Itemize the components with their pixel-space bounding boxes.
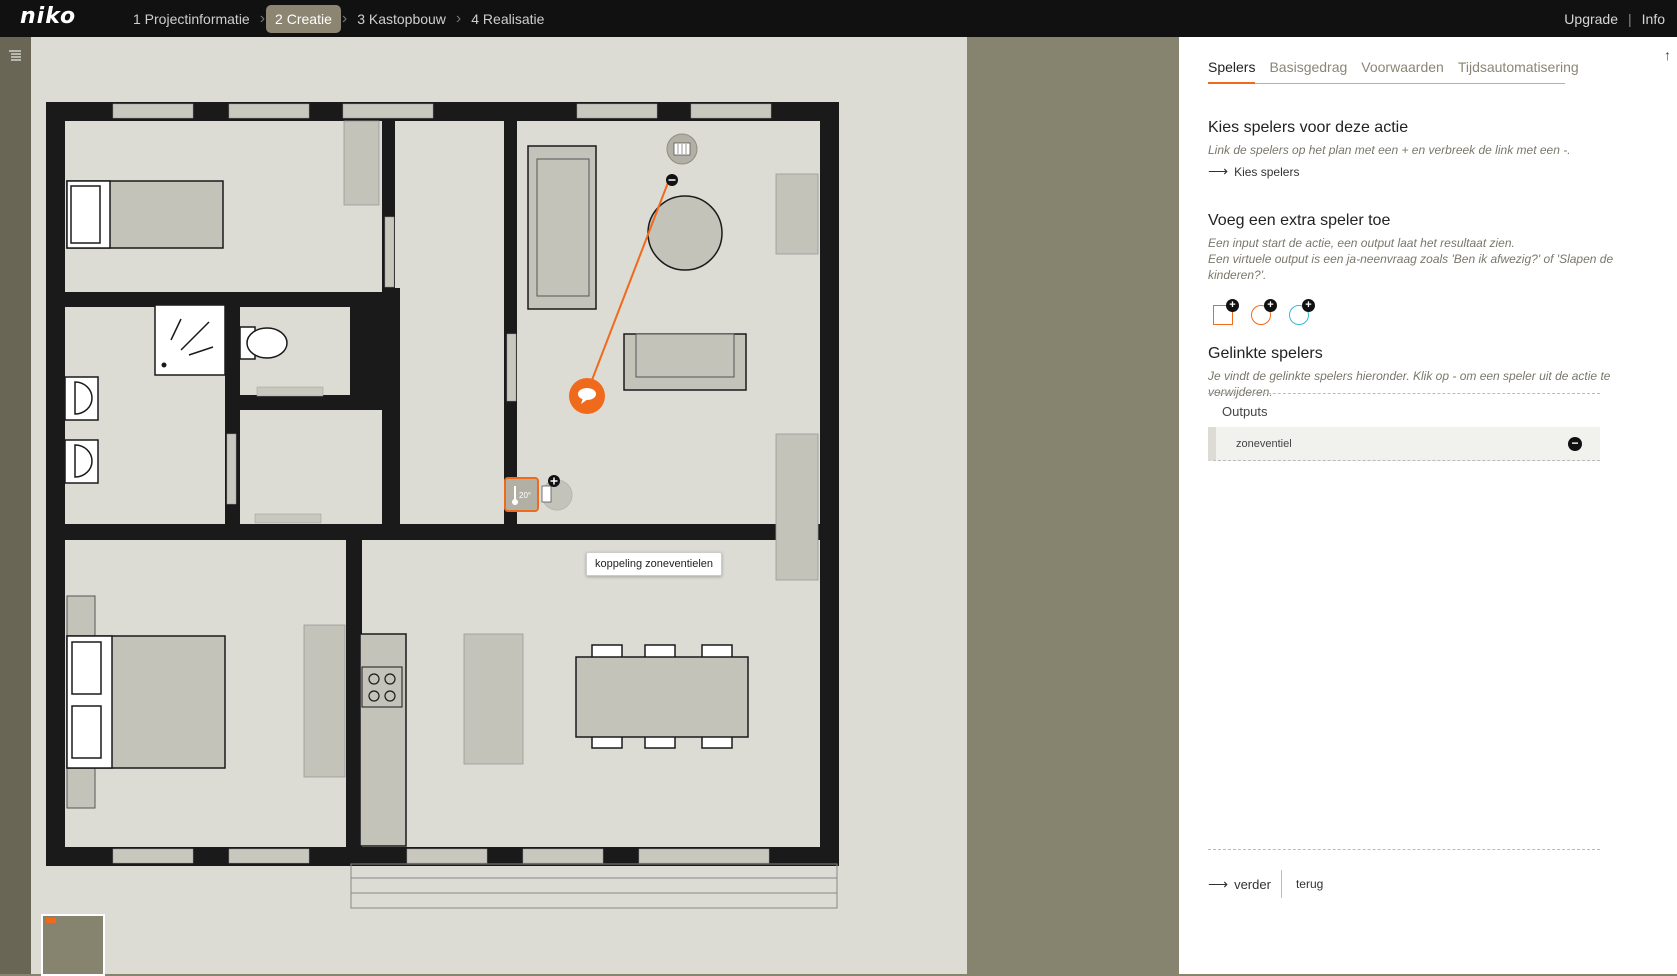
step-projectinformatie[interactable]: 1 Projectinformatie <box>124 5 259 33</box>
linked-output-row[interactable]: zoneventiel − <box>1208 427 1600 461</box>
tab-voorwaarden[interactable]: Voorwaarden <box>1361 59 1444 75</box>
step-kastopbouw[interactable]: 3 Kastopbouw <box>348 5 455 33</box>
plus-icon: + <box>1302 299 1315 312</box>
info-link[interactable]: Info <box>1642 11 1665 27</box>
outputs-label: Outputs <box>1222 404 1268 419</box>
niko-logo[interactable]: niko <box>20 4 76 29</box>
left-sidebar-strip <box>0 37 31 974</box>
add-player-icons: + + + <box>1213 299 1315 325</box>
extra-player-desc-2: Een virtuele output is een ja-neenvraag … <box>1208 252 1614 282</box>
panel-tabs: Spelers Basisgedrag Voorwaarden Tijdsaut… <box>1208 59 1579 84</box>
footer-divider <box>1208 849 1600 850</box>
properties-panel: ↑ Spelers Basisgedrag Voorwaarden Tijdsa… <box>1179 37 1677 974</box>
linked-players-list: Outputs zoneventiel − <box>1208 393 1600 461</box>
room-hallway <box>400 121 504 524</box>
separator <box>1280 870 1282 898</box>
chevron-right-icon: › <box>259 9 266 27</box>
extra-player-title: Voeg een extra speler toe <box>1208 212 1391 229</box>
back-button[interactable]: terug <box>1296 877 1323 891</box>
step-creatie[interactable]: 2 Creatie <box>266 4 341 33</box>
top-right-links: Upgrade | Info <box>1564 0 1665 37</box>
canvas-margin <box>967 37 1179 974</box>
device-tooltip: koppeling zoneventielen <box>586 552 723 576</box>
minimap-thumbnail[interactable] <box>41 914 105 976</box>
upgrade-link[interactable]: Upgrade <box>1564 11 1618 27</box>
thermostat-value: 20° <box>519 491 531 500</box>
footer-buttons: ⟶ verder terug <box>1208 870 1323 898</box>
choose-players-link-label: Kies spelers <box>1234 164 1300 179</box>
step-navigation: 1 Projectinformatie › 2 Creatie › 3 Kast… <box>124 0 553 37</box>
arrow-right-icon: ⟶ <box>1208 163 1229 179</box>
step-realisatie[interactable]: 4 Realisatie <box>462 5 553 33</box>
arrow-right-icon: ⟶ <box>1208 875 1229 892</box>
floor-plan-canvas[interactable]: 20° <box>31 37 967 974</box>
chevron-right-icon: › <box>455 9 462 27</box>
tab-basisgedrag[interactable]: Basisgedrag <box>1269 59 1347 75</box>
plus-icon: + <box>1264 299 1277 312</box>
floor-plan[interactable]: 20° <box>31 37 967 974</box>
separator: | <box>1628 10 1632 27</box>
linked-players-title: Gelinkte spelers <box>1208 345 1323 362</box>
scroll-up-icon[interactable]: ↑ <box>1664 47 1671 63</box>
remove-player-icon[interactable]: − <box>1568 437 1582 451</box>
top-bar: niko 1 Projectinformatie › 2 Creatie › 3… <box>0 0 1677 37</box>
add-input-button[interactable]: + <box>1213 299 1239 325</box>
linked-output-label: zoneventiel <box>1236 438 1292 450</box>
minimap-marker <box>46 918 56 923</box>
room-storage <box>240 410 382 524</box>
plus-icon: + <box>1226 299 1239 312</box>
choose-players-link[interactable]: ⟶ Kies spelers <box>1208 163 1299 180</box>
extra-player-desc-1: Een input start de actie, een output laa… <box>1208 236 1515 250</box>
tab-tijdsautomatisering[interactable]: Tijdsautomatisering <box>1458 59 1579 75</box>
tab-spelers[interactable]: Spelers <box>1208 59 1256 84</box>
choose-players-desc: Link de spelers op het plan met een + en… <box>1208 143 1571 157</box>
choose-players-title: Kies spelers voor deze actie <box>1208 119 1409 136</box>
list-menu-icon[interactable] <box>8 49 22 63</box>
next-button[interactable]: verder <box>1234 877 1271 892</box>
add-virtual-output-button[interactable]: + <box>1289 299 1315 325</box>
add-output-button[interactable]: + <box>1251 299 1277 325</box>
chevron-right-icon: › <box>341 9 348 27</box>
